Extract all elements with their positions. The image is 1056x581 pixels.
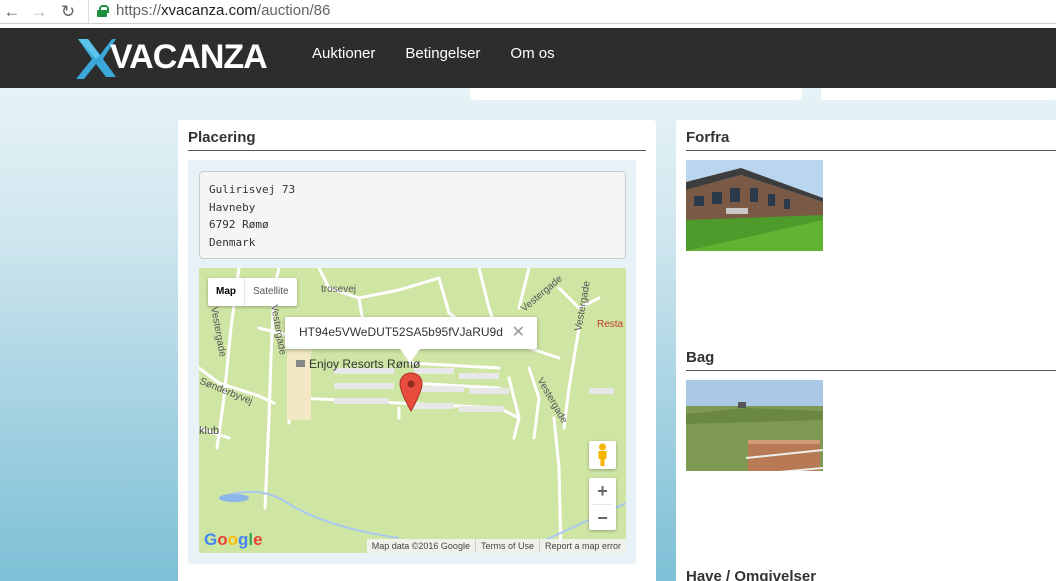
nav-om-os[interactable]: Om os [510,45,554,62]
logo-text: VACANZA [110,38,268,76]
back-photo[interactable] [686,380,823,471]
nav-auktioner[interactable]: Auktioner [312,45,375,62]
address-line: Gulirisvej 73 [209,183,296,196]
zoom-control: + − [589,478,616,530]
map-attribution: Map data ©2016 Google Terms of Use Repor… [366,539,626,553]
google-map[interactable]: Map Satellite trosevej Vestergade Vester… [199,268,626,553]
main-nav: Auktioner Betingelser Om os [312,45,555,62]
zoom-in-button[interactable]: + [589,478,616,504]
hotel-icon [296,360,305,367]
garden-title: Have / Omgivelser [686,568,817,581]
divider [686,150,1056,151]
back-arrow-icon[interactable]: ← [2,2,22,22]
front-photo[interactable] [686,160,823,251]
map-type-map-button[interactable]: Map [208,278,245,306]
browser-toolbar: ← → ↻ https://xvacanza.com/auction/86 [0,0,1056,24]
url-text: https://xvacanza.com/auction/86 [116,2,331,19]
terms-of-use-link[interactable]: Terms of Use [474,539,539,553]
back-title: Bag [686,349,715,366]
address-box: Gulirisvej 73 Havneby 6792 Rømø Denmark [199,171,626,259]
street-label: trosevej [321,284,357,295]
front-title: Forfra [686,129,730,146]
street-label: Resta [597,319,624,330]
street-view-pegman-icon[interactable] [589,441,616,469]
divider [686,370,1056,371]
card-edge [470,88,802,100]
close-icon[interactable]: ✕ [512,322,525,342]
address-line: 6792 Rømø [209,218,269,231]
address-line: Denmark [209,235,256,249]
info-window-text: HT94e5VWeDUT52SA5b95fVJaRU9d [299,325,503,339]
site-header: VACANZA Auktioner Betingelser Om os [0,28,1056,88]
map-type-control: Map Satellite [208,278,297,306]
report-map-error-link[interactable]: Report a map error [538,539,626,553]
reload-icon[interactable]: ↻ [58,2,78,22]
zoom-out-button[interactable]: − [589,505,616,531]
map-data-text: Map data ©2016 Google [371,541,470,551]
club-label: klub [199,425,220,437]
google-logo[interactable]: Google [204,530,263,550]
nav-betingelser[interactable]: Betingelser [405,45,480,62]
map-pin-icon[interactable] [399,372,423,412]
info-window-tail [400,349,420,363]
map-type-satellite-button[interactable]: Satellite [245,278,297,306]
address-bar[interactable]: https://xvacanza.com/auction/86 [88,0,1056,23]
forward-arrow-icon[interactable]: → [29,2,49,22]
card-edge [821,88,1056,100]
location-title: Placering [188,129,256,146]
divider [188,150,646,151]
info-window: HT94e5VWeDUT52SA5b95fVJaRU9d ✕ [285,317,537,349]
xvacanza-logo[interactable]: VACANZA [76,37,268,81]
lock-icon [97,5,109,17]
address-line: Havneby [209,200,256,214]
